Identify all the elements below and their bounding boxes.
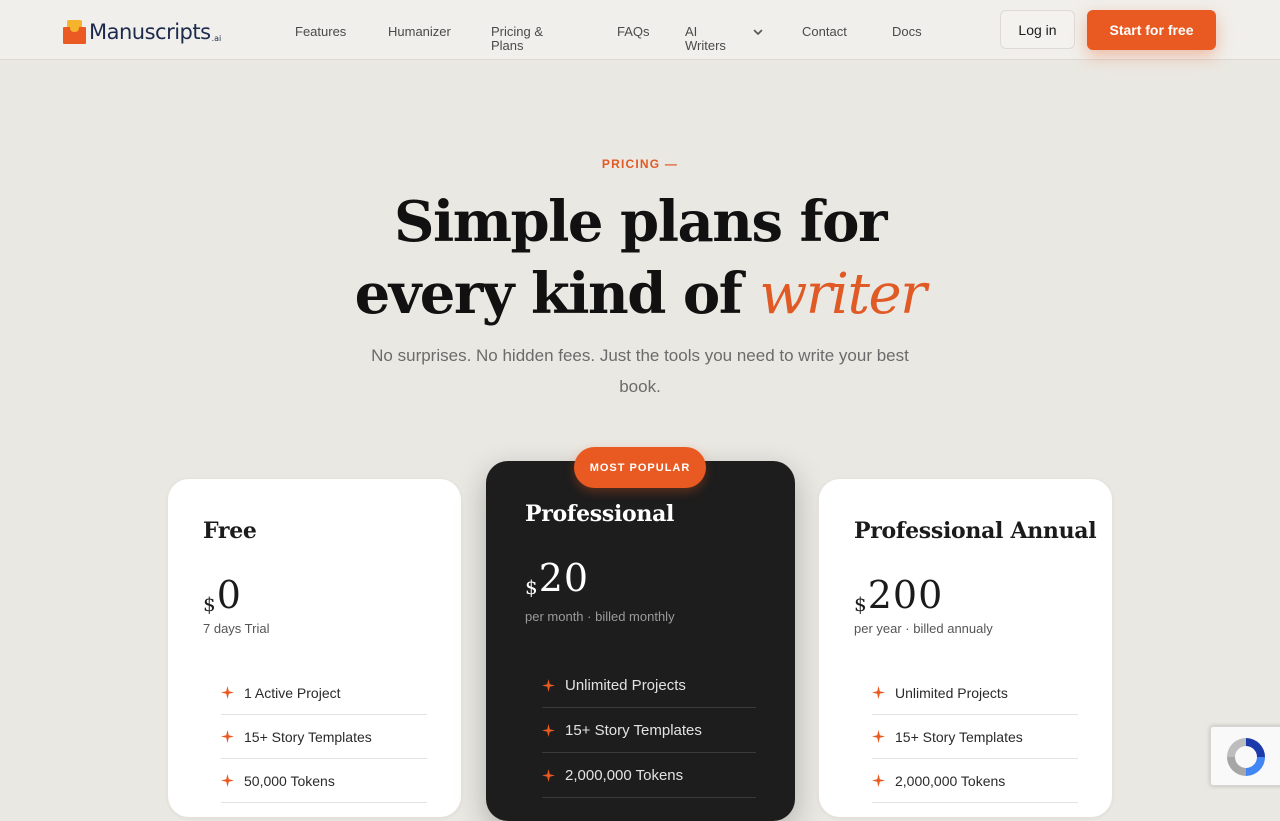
login-button[interactable]: Log in <box>1000 10 1075 49</box>
plan-price: $ 0 <box>203 575 242 615</box>
sparkle-icon <box>221 774 234 787</box>
plan-card-professional: Professional $ 20 per month · billed mon… <box>486 461 795 821</box>
price-currency: $ <box>854 592 867 616</box>
price-currency: $ <box>203 592 216 616</box>
feature-label: 1 Active Project <box>244 684 341 701</box>
plan-billing: 7 days Trial <box>203 621 270 636</box>
logo-suffix: .ai <box>211 34 222 43</box>
sparkle-icon <box>542 678 555 692</box>
plan-name: Professional Annual <box>854 518 1097 544</box>
plan-price: $ 200 <box>854 575 943 615</box>
plan-card-professional-annual: Professional Annual $ 200 per year · bil… <box>818 478 1113 818</box>
plan-name: Professional <box>525 501 675 527</box>
feature-item: 15+ Story Templates <box>872 715 1078 759</box>
recaptcha-icon <box>1227 738 1265 776</box>
feature-item: 15+ Story Templates <box>221 715 427 759</box>
logo-text: Manuscripts <box>89 20 211 44</box>
plan-billing: per month · billed monthly <box>525 609 675 624</box>
headline-line-2-text: every kind of <box>354 261 760 327</box>
feature-list: Unlimited Projects 15+ Story Templates 2… <box>542 663 756 798</box>
plan-name: Free <box>203 518 257 544</box>
feature-item: Unlimited Projects <box>872 671 1078 715</box>
feature-label: 2,000,000 Tokens <box>565 766 684 784</box>
nav-contact[interactable]: Contact <box>802 25 847 39</box>
price-amount: 200 <box>867 573 944 617</box>
feature-label: 15+ Story Templates <box>895 728 1023 745</box>
feature-item: 1 Active Project <box>221 671 427 715</box>
hero-subtitle: No surprises. No hidden fees. Just the t… <box>371 346 909 396</box>
nav-humanizer[interactable]: Humanizer <box>388 25 451 39</box>
sparkle-icon <box>872 686 885 699</box>
feature-label: 2,000,000 Tokens <box>895 772 1006 789</box>
plan-card-free: Free $ 0 7 days Trial 1 Active Project 1… <box>167 478 462 818</box>
sparkle-icon <box>221 686 234 699</box>
feature-item: 2,000,000 Tokens <box>872 759 1078 803</box>
feature-item: 50,000 Tokens <box>221 759 427 803</box>
feature-label: 50,000 Tokens <box>244 772 335 789</box>
feature-item: 2,000,000 Tokens <box>542 753 756 798</box>
logo-icon <box>63 20 86 44</box>
sparkle-icon <box>872 774 885 787</box>
logo[interactable]: Manuscripts .ai <box>63 20 221 44</box>
chevron-down-icon[interactable] <box>752 26 764 38</box>
sparkle-icon <box>872 730 885 743</box>
feature-label: 15+ Story Templates <box>244 728 372 745</box>
nav-features[interactable]: Features <box>295 25 346 39</box>
feature-item: 15+ Story Templates <box>542 708 756 753</box>
nav-docs[interactable]: Docs <box>892 25 922 39</box>
feature-list: 1 Active Project 15+ Story Templates 50,… <box>221 671 427 803</box>
headline-accent: writer <box>759 262 927 327</box>
page-title: Simple plans for every kind of writer <box>0 186 1280 331</box>
nav-ai-writers[interactable]: AI Writers <box>685 25 735 53</box>
headline-line-2: every kind of writer <box>0 258 1280 331</box>
feature-label: Unlimited Projects <box>895 684 1008 701</box>
plan-price: $ 20 <box>525 558 589 598</box>
site-header: Manuscripts .ai Features Humanizer Prici… <box>0 0 1280 60</box>
nav-faqs[interactable]: FAQs <box>617 25 650 39</box>
plan-billing: per year · billed annualy <box>854 621 993 636</box>
headline-line-1: Simple plans for <box>394 189 887 255</box>
price-amount: 0 <box>216 573 242 617</box>
sparkle-icon <box>542 723 555 737</box>
nav-pricing-plans[interactable]: Pricing & Plans <box>491 25 561 53</box>
section-eyebrow: PRICING — <box>601 157 679 171</box>
start-free-button[interactable]: Start for free <box>1087 10 1216 50</box>
price-amount: 20 <box>538 556 590 600</box>
feature-list: Unlimited Projects 15+ Story Templates 2… <box>872 671 1078 803</box>
price-currency: $ <box>525 575 538 599</box>
sparkle-icon <box>542 768 555 782</box>
feature-label: Unlimited Projects <box>565 676 686 694</box>
most-popular-badge: MOST POPULAR <box>574 447 706 488</box>
recaptcha-badge[interactable] <box>1210 726 1280 786</box>
feature-item: Unlimited Projects <box>542 663 756 708</box>
sparkle-icon <box>221 730 234 743</box>
feature-label: 15+ Story Templates <box>565 721 702 739</box>
